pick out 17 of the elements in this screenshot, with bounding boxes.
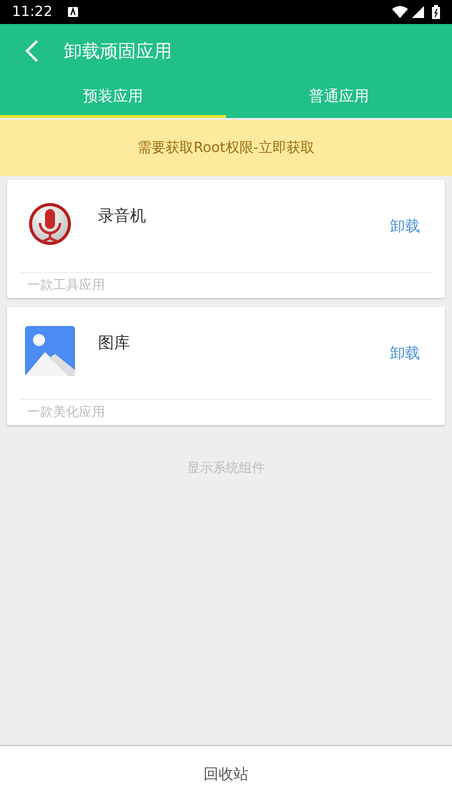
notification-icon xyxy=(68,7,78,17)
app-description: 一款美化应用 xyxy=(27,404,105,422)
wifi-icon xyxy=(392,6,408,18)
uninstall-link[interactable]: 卸载 xyxy=(390,214,420,238)
battery-icon xyxy=(432,5,440,19)
signal-icon xyxy=(412,6,424,18)
recycle-bin-button[interactable]: 回收站 xyxy=(204,763,248,786)
back-icon xyxy=(25,40,39,62)
tab[interactable]: 普通应用 xyxy=(226,78,452,118)
image-icon xyxy=(25,326,75,376)
uninstall-link[interactable]: 卸载 xyxy=(390,342,420,364)
app-description: 一款工具应用 xyxy=(27,276,105,295)
root-banner[interactable]: 需要获取Root权限-立即获取 xyxy=(0,120,452,176)
page-title: 卸载顽固应用 xyxy=(64,40,172,64)
clock: 11:22 xyxy=(12,2,52,22)
app-name: 图库 xyxy=(98,332,130,354)
app-name: 录音机 xyxy=(98,205,146,227)
